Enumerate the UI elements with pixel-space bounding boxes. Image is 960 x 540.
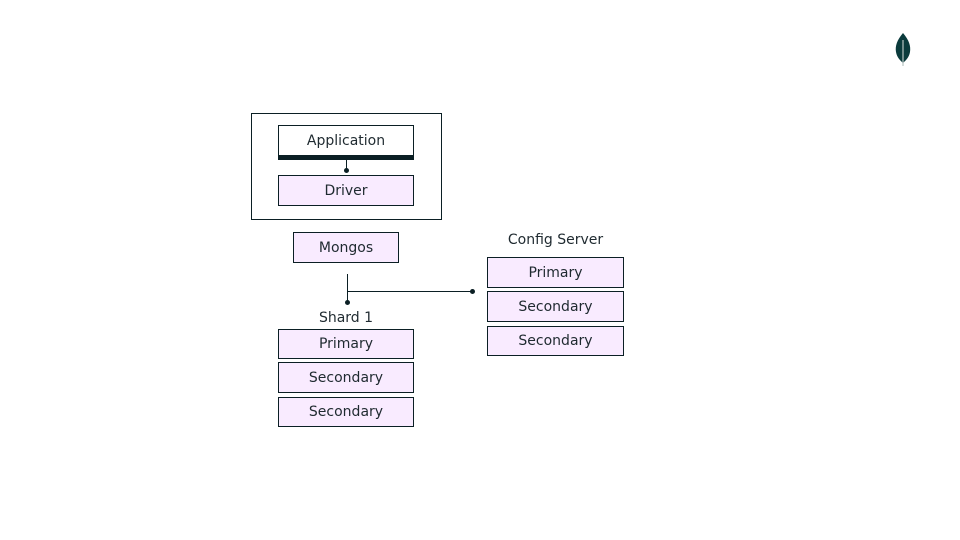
mongos-label: Mongos — [318, 239, 374, 256]
application-node: Application — [278, 125, 414, 156]
config-server-member: Primary — [487, 257, 624, 288]
config-member-label: Secondary — [518, 333, 593, 349]
shard-member-label: Secondary — [308, 369, 384, 386]
mongodb-logo — [893, 32, 913, 68]
driver-node: Driver — [278, 175, 414, 206]
shard-member-label: Primary — [318, 336, 374, 352]
driver-label: Driver — [324, 182, 368, 199]
mongos-shard-connector-dot — [345, 300, 350, 305]
config-server-member: Secondary — [487, 326, 624, 356]
config-server-member: Secondary — [487, 291, 624, 322]
shard-member: Primary — [278, 329, 414, 359]
shard-member: Secondary — [278, 362, 414, 393]
app-driver-connector-dot — [344, 168, 349, 173]
shard-member: Secondary — [278, 397, 414, 427]
mongos-node: Mongos — [293, 232, 399, 263]
application-label: Application — [306, 132, 386, 149]
shard-member-label: Secondary — [308, 404, 384, 420]
config-member-label: Secondary — [518, 298, 593, 315]
shard-title: Shard 1 — [318, 310, 374, 326]
leaf-icon — [895, 33, 911, 66]
mongos-config-connector-dot — [470, 289, 475, 294]
mongos-config-connector — [347, 291, 473, 292]
config-server-title: Config Server — [507, 232, 604, 248]
mongos-shard-connector — [347, 274, 348, 302]
config-member-label: Primary — [528, 264, 583, 281]
